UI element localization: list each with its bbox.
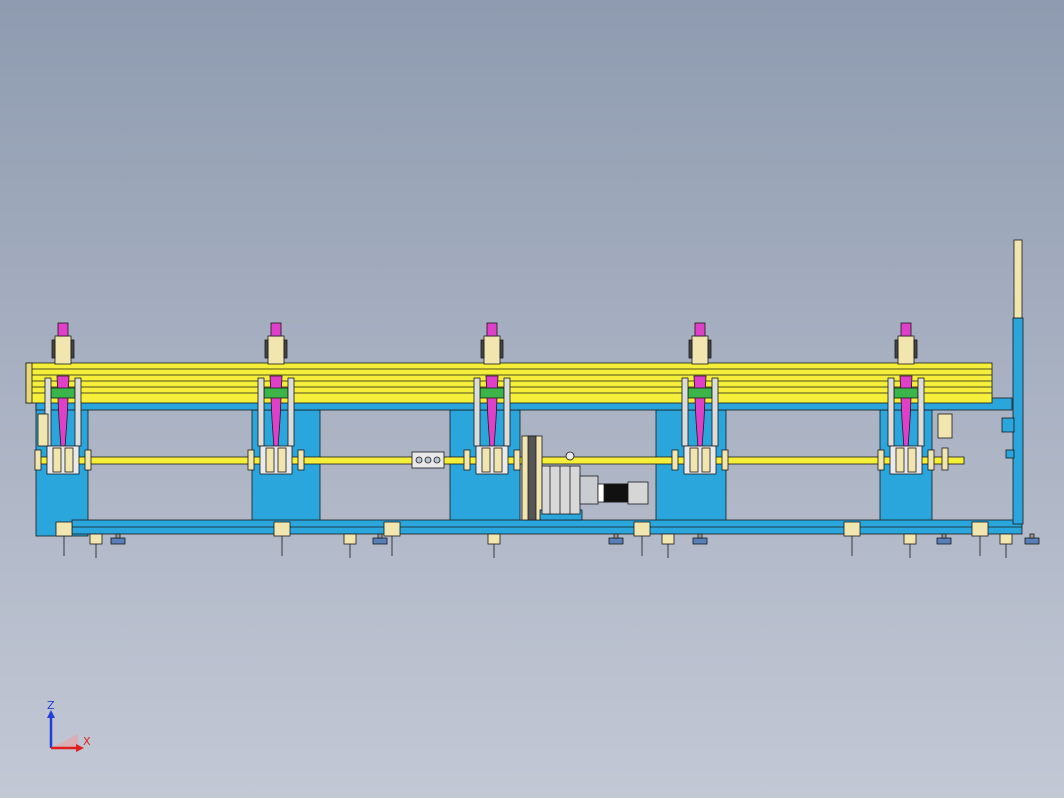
foot — [55, 521, 73, 556]
cad-viewport[interactable]: Z X — [0, 0, 1064, 798]
foot — [633, 521, 651, 556]
foot — [692, 533, 708, 545]
x-axis-label: X — [83, 735, 91, 748]
foot — [110, 533, 126, 545]
z-axis-label: Z — [47, 699, 55, 712]
axis-triad: Z X — [47, 699, 91, 752]
right-column-cap — [1013, 239, 1023, 319]
foot — [843, 521, 861, 556]
foot — [89, 533, 103, 558]
foot — [661, 533, 675, 558]
coupling — [411, 451, 445, 469]
foot — [936, 533, 952, 545]
foot — [273, 521, 291, 556]
foot — [971, 521, 989, 556]
foot — [1024, 533, 1040, 545]
foot — [999, 533, 1013, 558]
foot — [487, 533, 501, 558]
gear-motor — [521, 435, 649, 521]
foot — [343, 533, 357, 558]
right-column — [1001, 239, 1024, 525]
gearbox — [541, 465, 581, 515]
machine-drawing: Z X — [25, 239, 1040, 752]
foot — [608, 533, 624, 545]
end-bracket-left — [37, 413, 49, 447]
foot — [903, 533, 917, 558]
